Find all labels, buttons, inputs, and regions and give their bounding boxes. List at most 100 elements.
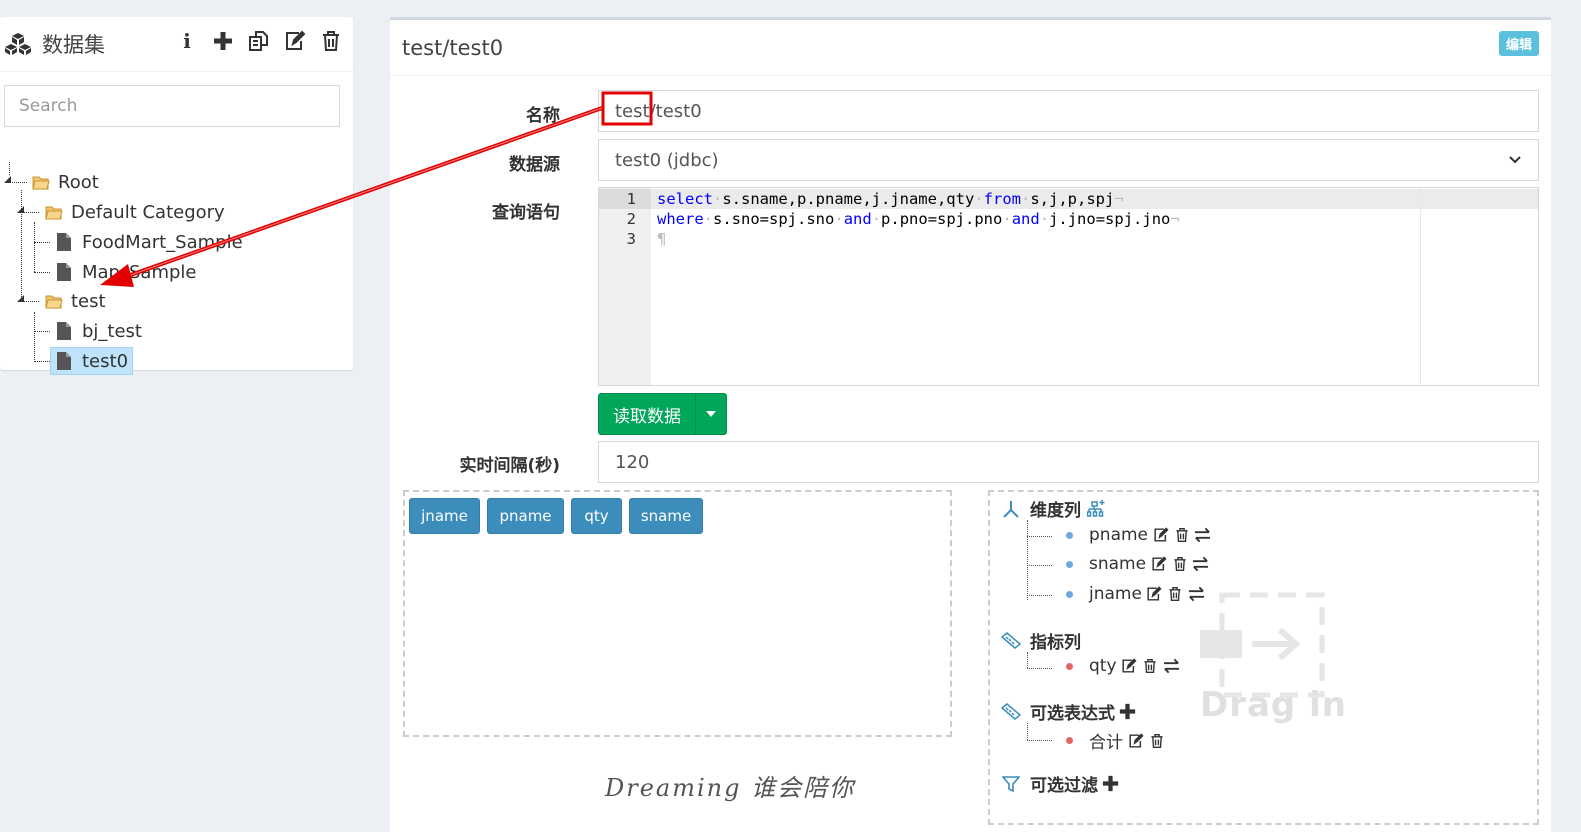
trash-icon[interactable] bbox=[1171, 556, 1188, 573]
edit-icon[interactable] bbox=[1127, 732, 1144, 749]
collapse-icon[interactable] bbox=[4, 176, 12, 184]
dataset-panel-title: 数据集 bbox=[4, 29, 105, 59]
dataset-editor-panel: test/test0 编辑 名称 test/test0 数据源 test0 (j… bbox=[390, 17, 1551, 832]
filter-section-title: 可选过滤 bbox=[1000, 771, 1119, 796]
caret-down-icon bbox=[706, 411, 716, 417]
trash-icon[interactable] bbox=[1142, 658, 1159, 675]
ruler-icon bbox=[1001, 631, 1021, 649]
editor-header: test/test0 编辑 bbox=[390, 20, 1551, 76]
interval-input[interactable]: 120 bbox=[598, 441, 1539, 483]
dataset-title-text: 数据集 bbox=[42, 33, 105, 57]
tree-node-test[interactable]: test bbox=[42, 288, 109, 314]
tree-node-label: bj_test bbox=[82, 320, 142, 342]
measure-section-title: 指标列 bbox=[1000, 628, 1081, 653]
dimension-icon bbox=[1003, 500, 1019, 518]
folder-icon bbox=[45, 206, 63, 220]
field-list-area: jname pname qty sname bbox=[403, 490, 952, 737]
datasource-select[interactable]: test0 (jdbc) bbox=[598, 139, 1539, 181]
query-editor[interactable]: 1 2 3 select·s.sname,p.pname,j.jname,qty… bbox=[598, 187, 1539, 386]
swap-icon[interactable] bbox=[1163, 658, 1180, 675]
dimension-section-title: 维度列 bbox=[1000, 496, 1107, 521]
edit-icon[interactable] bbox=[283, 29, 307, 53]
file-icon bbox=[57, 322, 71, 340]
dimension-item-label: sname bbox=[1089, 554, 1147, 574]
editor-gutter: 1 2 3 bbox=[599, 188, 651, 385]
dataset-search-input[interactable] bbox=[4, 85, 340, 127]
read-data-dropdown[interactable] bbox=[696, 394, 726, 434]
bullet-icon bbox=[1066, 560, 1073, 568]
plus-icon[interactable] bbox=[211, 29, 235, 53]
measure-title-text: 指标列 bbox=[1030, 633, 1081, 653]
tree-node-foodmart-sample[interactable]: FoodMart_Sample bbox=[54, 229, 246, 255]
bullet-icon bbox=[1066, 590, 1073, 598]
tree-node-root[interactable]: Root bbox=[29, 169, 102, 195]
folder-icon bbox=[45, 295, 63, 309]
dimension-title-text: 维度列 bbox=[1030, 501, 1081, 521]
expression-item-label: 合计 bbox=[1089, 733, 1123, 753]
collapse-icon[interactable] bbox=[17, 206, 25, 214]
swap-icon[interactable] bbox=[1192, 556, 1209, 573]
measure-item-qty[interactable]: qty bbox=[1066, 656, 1180, 676]
cubes-icon bbox=[5, 33, 31, 55]
watermark: Dreaming 谁会陪你 bbox=[605, 774, 856, 802]
file-icon bbox=[57, 263, 71, 281]
dimension-item-sname[interactable]: sname bbox=[1066, 554, 1209, 574]
code-line-2: where·s.sno=spj.sno·and·p.pno=spj.pno·an… bbox=[657, 210, 1180, 228]
bullet-icon bbox=[1066, 531, 1073, 539]
measure-item-label: qty bbox=[1089, 656, 1117, 676]
tree-node-bj-test[interactable]: bj_test bbox=[54, 318, 145, 344]
tree-node-label: Root bbox=[58, 171, 99, 193]
tree-node-label: test0 bbox=[82, 350, 129, 372]
edit-icon[interactable] bbox=[1121, 658, 1138, 675]
bullet-icon bbox=[1066, 662, 1073, 670]
field-button-pname[interactable]: pname bbox=[487, 498, 564, 534]
bullet-icon bbox=[1066, 737, 1073, 744]
dimension-item-jname[interactable]: jname bbox=[1066, 584, 1205, 604]
info-icon[interactable]: i bbox=[175, 29, 199, 53]
line-number: 2 bbox=[626, 210, 636, 228]
code-line-3: ¶ bbox=[657, 230, 667, 248]
trash-icon[interactable] bbox=[1173, 527, 1190, 544]
filter-icon bbox=[1002, 775, 1020, 792]
edit-icon[interactable] bbox=[1150, 556, 1167, 573]
field-button-sname[interactable]: sname bbox=[629, 498, 703, 534]
tree-node-label: Map_Sample bbox=[82, 261, 197, 283]
tree-node-label: Default Category bbox=[71, 201, 225, 223]
edit-icon[interactable] bbox=[1152, 527, 1169, 544]
copy-icon[interactable] bbox=[247, 29, 271, 53]
trash-icon[interactable] bbox=[319, 29, 343, 53]
expression-section-title: 可选表达式 bbox=[1000, 699, 1136, 724]
dimension-item-label: pname bbox=[1089, 525, 1149, 545]
edit-icon[interactable] bbox=[1146, 586, 1163, 603]
folder-icon bbox=[32, 176, 50, 190]
query-label: 查询语句 bbox=[492, 203, 560, 223]
tree-node-default-category[interactable]: Default Category bbox=[42, 199, 228, 225]
datasource-value: test0 (jdbc) bbox=[615, 149, 719, 171]
trash-icon[interactable] bbox=[1167, 586, 1184, 603]
swap-icon[interactable] bbox=[1194, 527, 1211, 544]
dataset-panel-header: 数据集 i bbox=[0, 17, 353, 72]
editor-title: test/test0 bbox=[402, 36, 504, 60]
chevron-down-icon bbox=[1509, 156, 1521, 164]
drag-in-text: Drag in bbox=[1200, 685, 1347, 725]
line-number: 1 bbox=[626, 190, 636, 208]
query-code: select·s.sname,p.pname,j.jname,qty·from·… bbox=[657, 189, 1180, 249]
file-icon bbox=[57, 233, 71, 251]
swap-icon[interactable] bbox=[1188, 586, 1205, 603]
add-expression-icon[interactable] bbox=[1119, 703, 1136, 720]
dimension-item-pname[interactable]: pname bbox=[1066, 525, 1211, 545]
name-input[interactable]: test/test0 bbox=[598, 90, 1539, 132]
collapse-icon[interactable] bbox=[17, 295, 25, 303]
read-data-button[interactable]: 读取数据 bbox=[598, 393, 727, 435]
hierarchy-add-icon[interactable] bbox=[1087, 499, 1107, 519]
add-filter-icon[interactable] bbox=[1102, 775, 1119, 792]
tree-node-test0[interactable]: test0 bbox=[50, 347, 134, 375]
read-data-label: 读取数据 bbox=[599, 394, 696, 434]
expression-item-total[interactable]: 合计 bbox=[1066, 728, 1165, 753]
field-button-qty[interactable]: qty bbox=[571, 498, 622, 534]
dimension-item-label: jname bbox=[1089, 584, 1142, 604]
field-button-jname[interactable]: jname bbox=[409, 498, 480, 534]
trash-icon[interactable] bbox=[1148, 732, 1165, 749]
tree-node-map-sample[interactable]: Map_Sample bbox=[54, 259, 199, 285]
dataset-panel: 数据集 i Search Root Default Category FoodM… bbox=[0, 17, 353, 375]
